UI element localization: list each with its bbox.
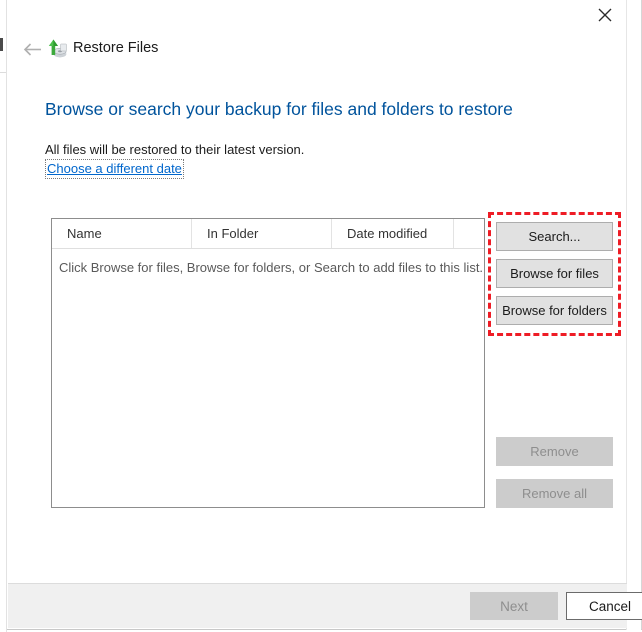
next-button[interactable]: Next	[470, 592, 558, 620]
back-arrow-icon[interactable]	[19, 36, 45, 62]
title-bar	[7, 0, 628, 30]
browse-for-folders-button[interactable]: Browse for folders	[496, 296, 613, 325]
file-list-header: Name In Folder Date modified	[52, 219, 484, 249]
cancel-button[interactable]: Cancel	[566, 592, 642, 620]
column-header-name[interactable]: Name	[52, 219, 192, 248]
close-icon[interactable]	[582, 0, 628, 30]
column-header-in-folder[interactable]: In Folder	[192, 219, 332, 248]
background-window-sliver	[0, 0, 7, 632]
page-title: Browse or search your backup for files a…	[45, 97, 513, 121]
search-button[interactable]: Search...	[496, 222, 613, 251]
browse-for-files-button[interactable]: Browse for files	[496, 259, 613, 288]
choose-date-link-wrapper: Choose a different date	[45, 159, 184, 179]
restore-files-icon	[47, 38, 69, 60]
restore-version-note: All files will be restored to their late…	[45, 141, 304, 159]
navigation-row: Restore Files	[7, 34, 628, 64]
remove-all-button[interactable]: Remove all	[496, 479, 613, 508]
column-header-extra[interactable]	[454, 219, 485, 248]
choose-a-different-date-link[interactable]: Choose a different date	[45, 159, 184, 179]
background-window-text-fragment	[0, 38, 3, 51]
dialog-footer: Next Cancel	[8, 583, 627, 628]
file-list-empty-message: Click Browse for files, Browse for folde…	[52, 250, 486, 277]
file-list[interactable]: Name In Folder Date modified Click Brows…	[51, 218, 485, 508]
restore-files-dialog: Restore Files Browse or search your back…	[7, 0, 642, 630]
remove-button[interactable]: Remove	[496, 437, 613, 466]
column-header-date-modified[interactable]: Date modified	[332, 219, 454, 248]
window-title: Restore Files	[73, 38, 158, 59]
background-window-divider	[0, 72, 6, 73]
window-right-chrome	[626, 0, 641, 630]
